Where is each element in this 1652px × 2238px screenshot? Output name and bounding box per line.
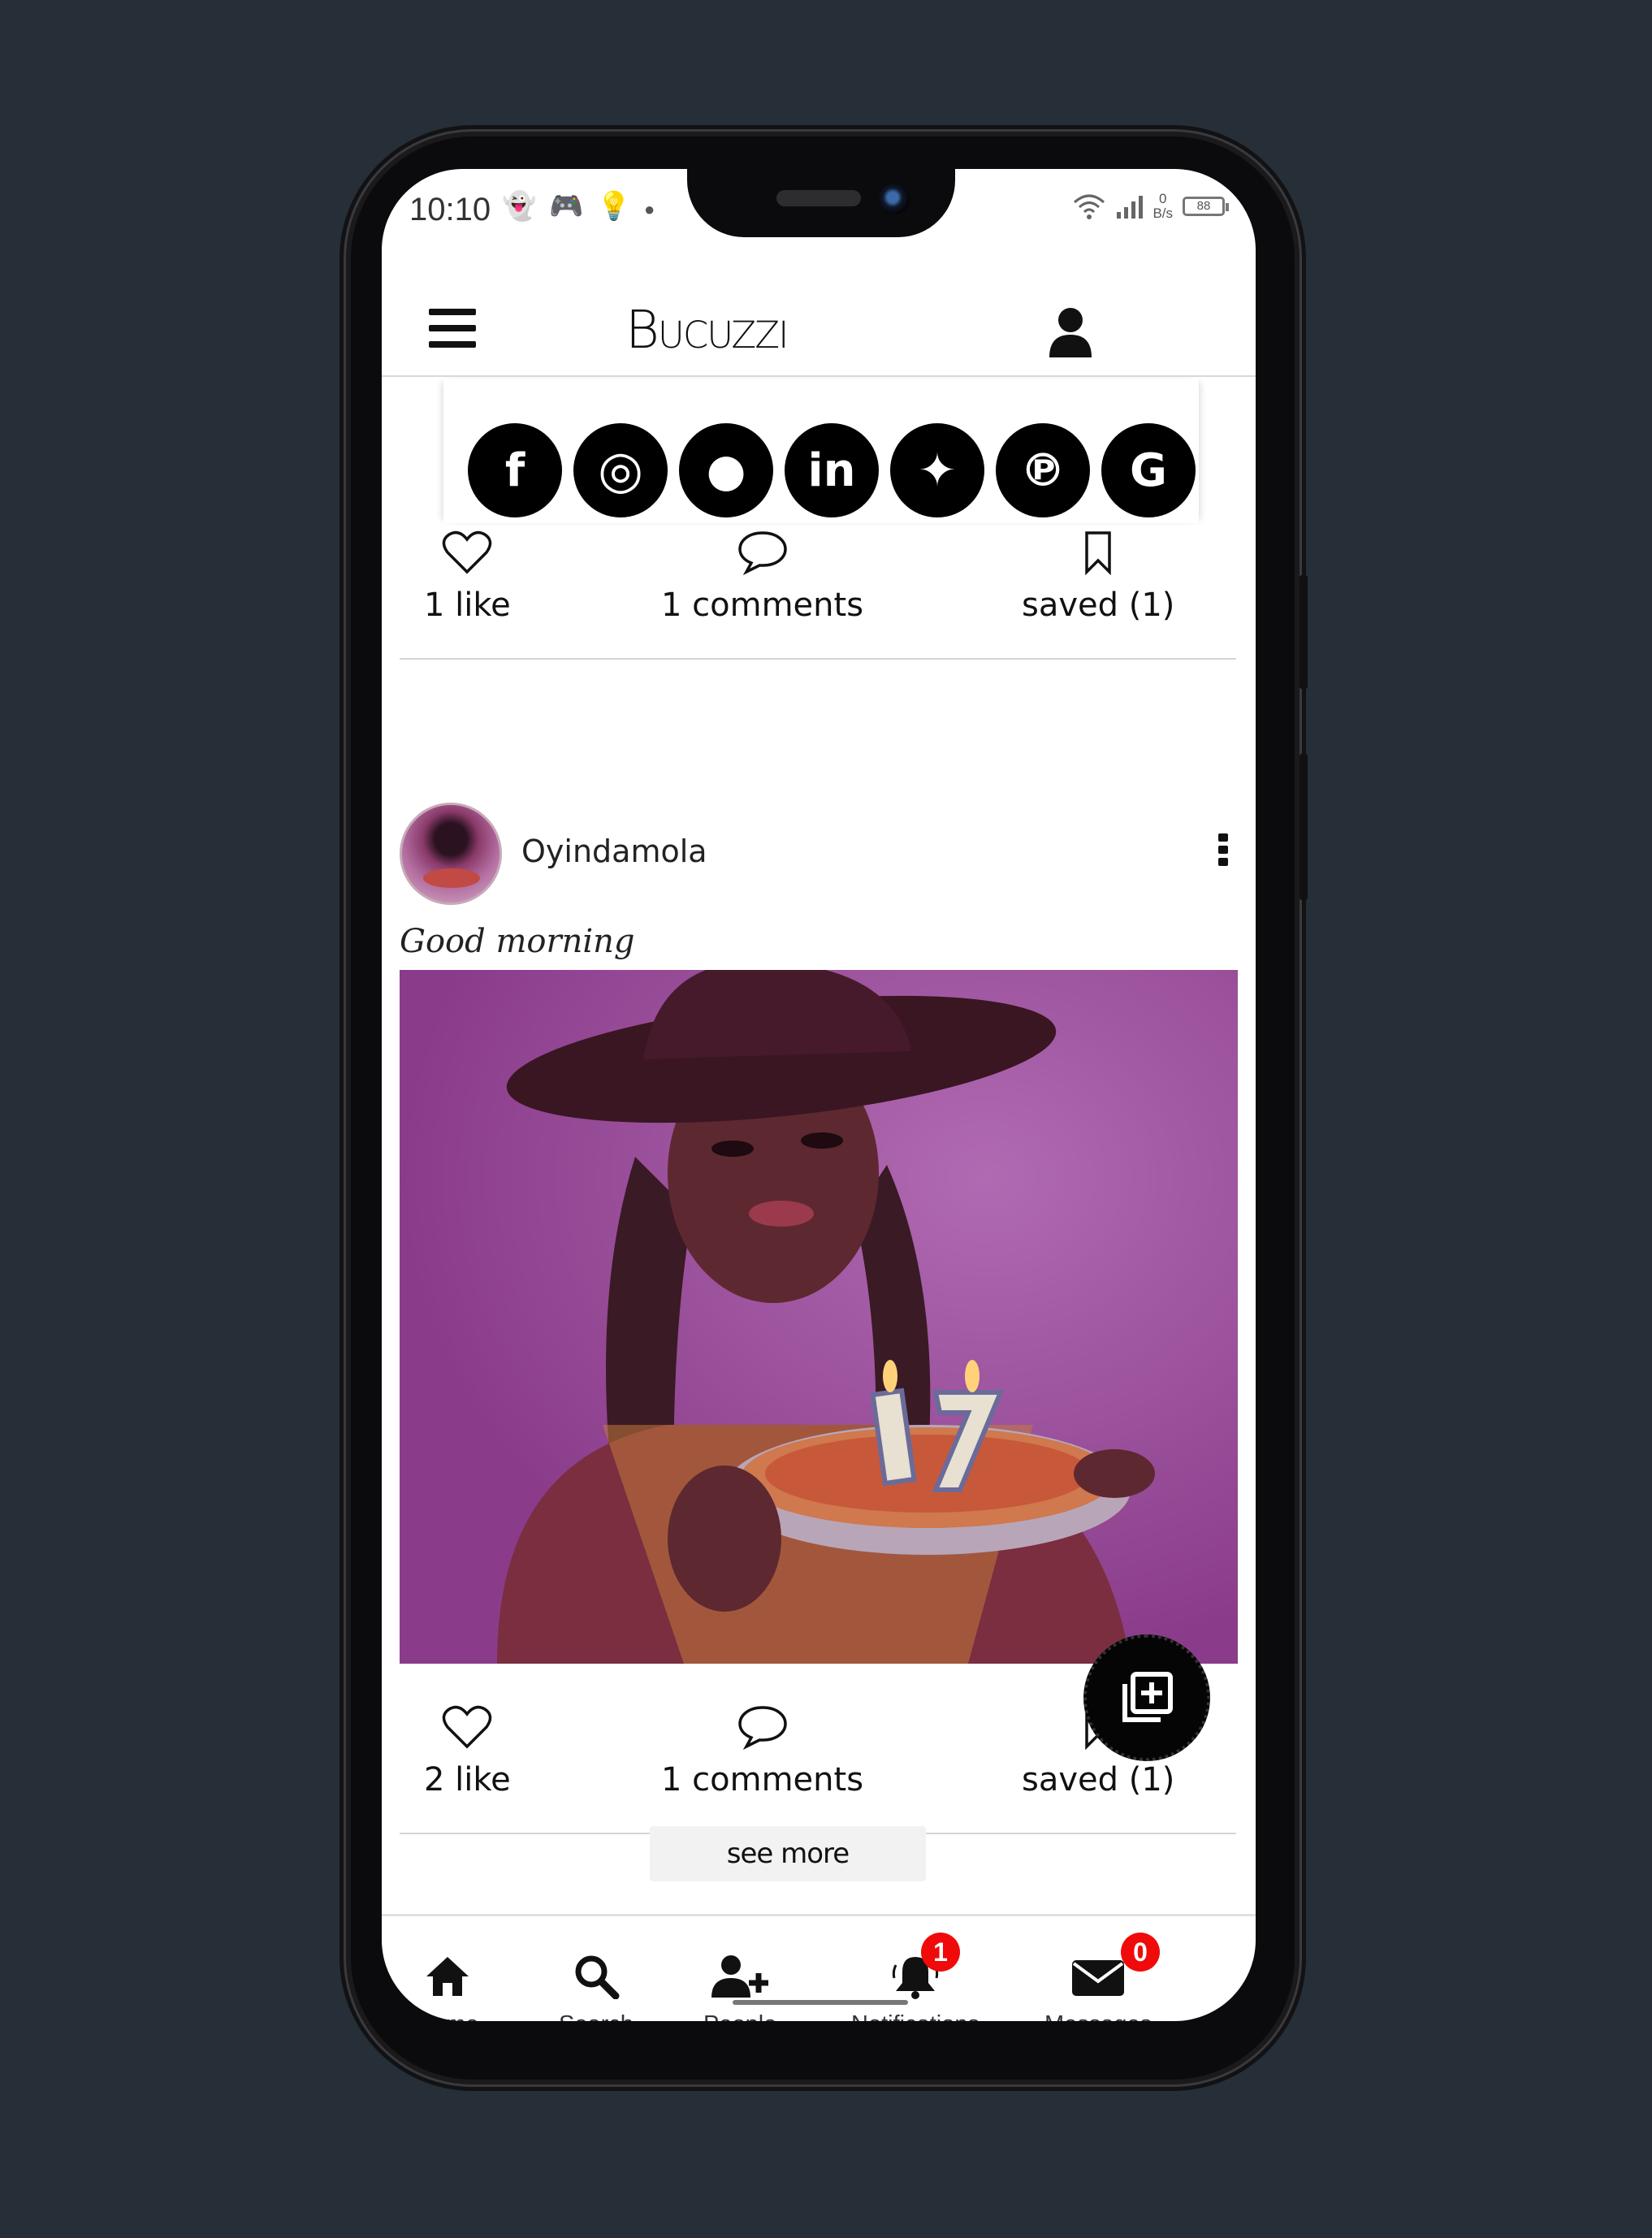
instagram-icon[interactable]: ◎ [573, 423, 668, 517]
comment-count: 1 comments [661, 1761, 864, 1799]
status-time: 10:10 [409, 192, 491, 227]
post-caption: Good morning [400, 923, 635, 960]
like-count: 2 like [424, 1761, 511, 1799]
nav-people[interactable]: People [703, 1954, 776, 2021]
ghost-icon: 👻 [502, 191, 550, 222]
bookmark-icon [1085, 531, 1111, 575]
app-bar: Bucuzzi [382, 283, 1256, 377]
power-button [1300, 575, 1308, 689]
nav-search[interactable]: Search [559, 1954, 634, 2021]
saved-count: saved (1) [1022, 1761, 1175, 1799]
heart-icon [443, 530, 492, 574]
like-action[interactable]: 1 like [424, 530, 511, 624]
status-left-icons: 👻🎮💡● [502, 190, 668, 223]
more-options-icon[interactable] [1218, 833, 1228, 866]
phone-frame: 10:10 👻🎮💡● 0 B/s 88 Bucuzzi f ◎ ● in ✦ ℗… [351, 136, 1308, 2080]
nav-notifications[interactable]: Notifications [851, 1954, 980, 2021]
gamepad-icon: 🎮 [549, 191, 597, 222]
github-icon[interactable]: ● [679, 423, 773, 517]
add-person-icon [711, 1955, 769, 1998]
dot-icon: ● [644, 199, 668, 219]
user-icon[interactable] [1048, 307, 1093, 357]
net-rate: 0 B/s [1153, 191, 1173, 221]
like-count: 1 like [424, 587, 511, 624]
twitter-icon[interactable]: ✦ [890, 423, 984, 517]
status-right-icons: 0 B/s 88 [1073, 191, 1229, 221]
front-camera [879, 184, 910, 214]
facebook-icon[interactable]: f [468, 423, 562, 517]
like-action[interactable]: 2 like [424, 1704, 511, 1799]
post-photo [400, 970, 1238, 1664]
comment-icon [737, 531, 787, 575]
see-more-button[interactable]: see more [650, 1826, 926, 1881]
post-author[interactable]: Oyindamola [521, 833, 707, 869]
search-icon [575, 1955, 620, 2000]
social-links-strip: f ◎ ● in ✦ ℗ G [443, 379, 1199, 523]
notch [687, 169, 955, 237]
speaker [776, 190, 861, 206]
wifi-icon [1074, 194, 1105, 219]
nav-home[interactable]: Home [416, 1954, 478, 2021]
comment-action[interactable]: 1 comments [661, 530, 863, 624]
brand-logo: Bucuzzi [625, 301, 789, 361]
envelope-icon [1072, 1960, 1125, 1996]
volume-button [1300, 754, 1308, 900]
comment-action[interactable]: 1 comments [661, 1704, 863, 1799]
pinterest-icon[interactable]: ℗ [996, 423, 1090, 517]
home-indicator[interactable] [733, 2000, 908, 2005]
signal-icon [1117, 196, 1144, 219]
add-post-button[interactable] [1083, 1634, 1210, 1761]
comment-icon [737, 1706, 787, 1750]
battery-indicator: 88 [1183, 197, 1229, 216]
google-icon[interactable]: G [1101, 423, 1196, 517]
bottom-nav: Home Search People Notifications Message… [382, 1914, 1256, 2021]
home-icon [426, 1957, 469, 1996]
social-links: f ◎ ● in ✦ ℗ G [468, 423, 1196, 517]
post-image[interactable] [400, 970, 1238, 1664]
post-actions-first: 1 like 1 comments saved (1) [400, 530, 1236, 660]
bulb-icon: 💡 [596, 191, 645, 222]
heart-icon [443, 1705, 492, 1749]
notifications-badge: 1 [921, 1933, 960, 1972]
add-post-icon [1122, 1672, 1173, 1722]
messages-badge: 0 [1121, 1933, 1160, 1972]
avatar[interactable] [400, 803, 502, 905]
saved-count: saved (1) [1022, 587, 1175, 624]
post-header: Oyindamola [400, 803, 1236, 905]
linkedin-icon[interactable]: in [785, 423, 879, 517]
comment-count: 1 comments [661, 587, 864, 624]
screen: 10:10 👻🎮💡● 0 B/s 88 Bucuzzi f ◎ ● in ✦ ℗… [382, 169, 1256, 2021]
save-action[interactable]: saved (1) [1022, 530, 1174, 624]
hamburger-icon[interactable] [429, 309, 476, 348]
